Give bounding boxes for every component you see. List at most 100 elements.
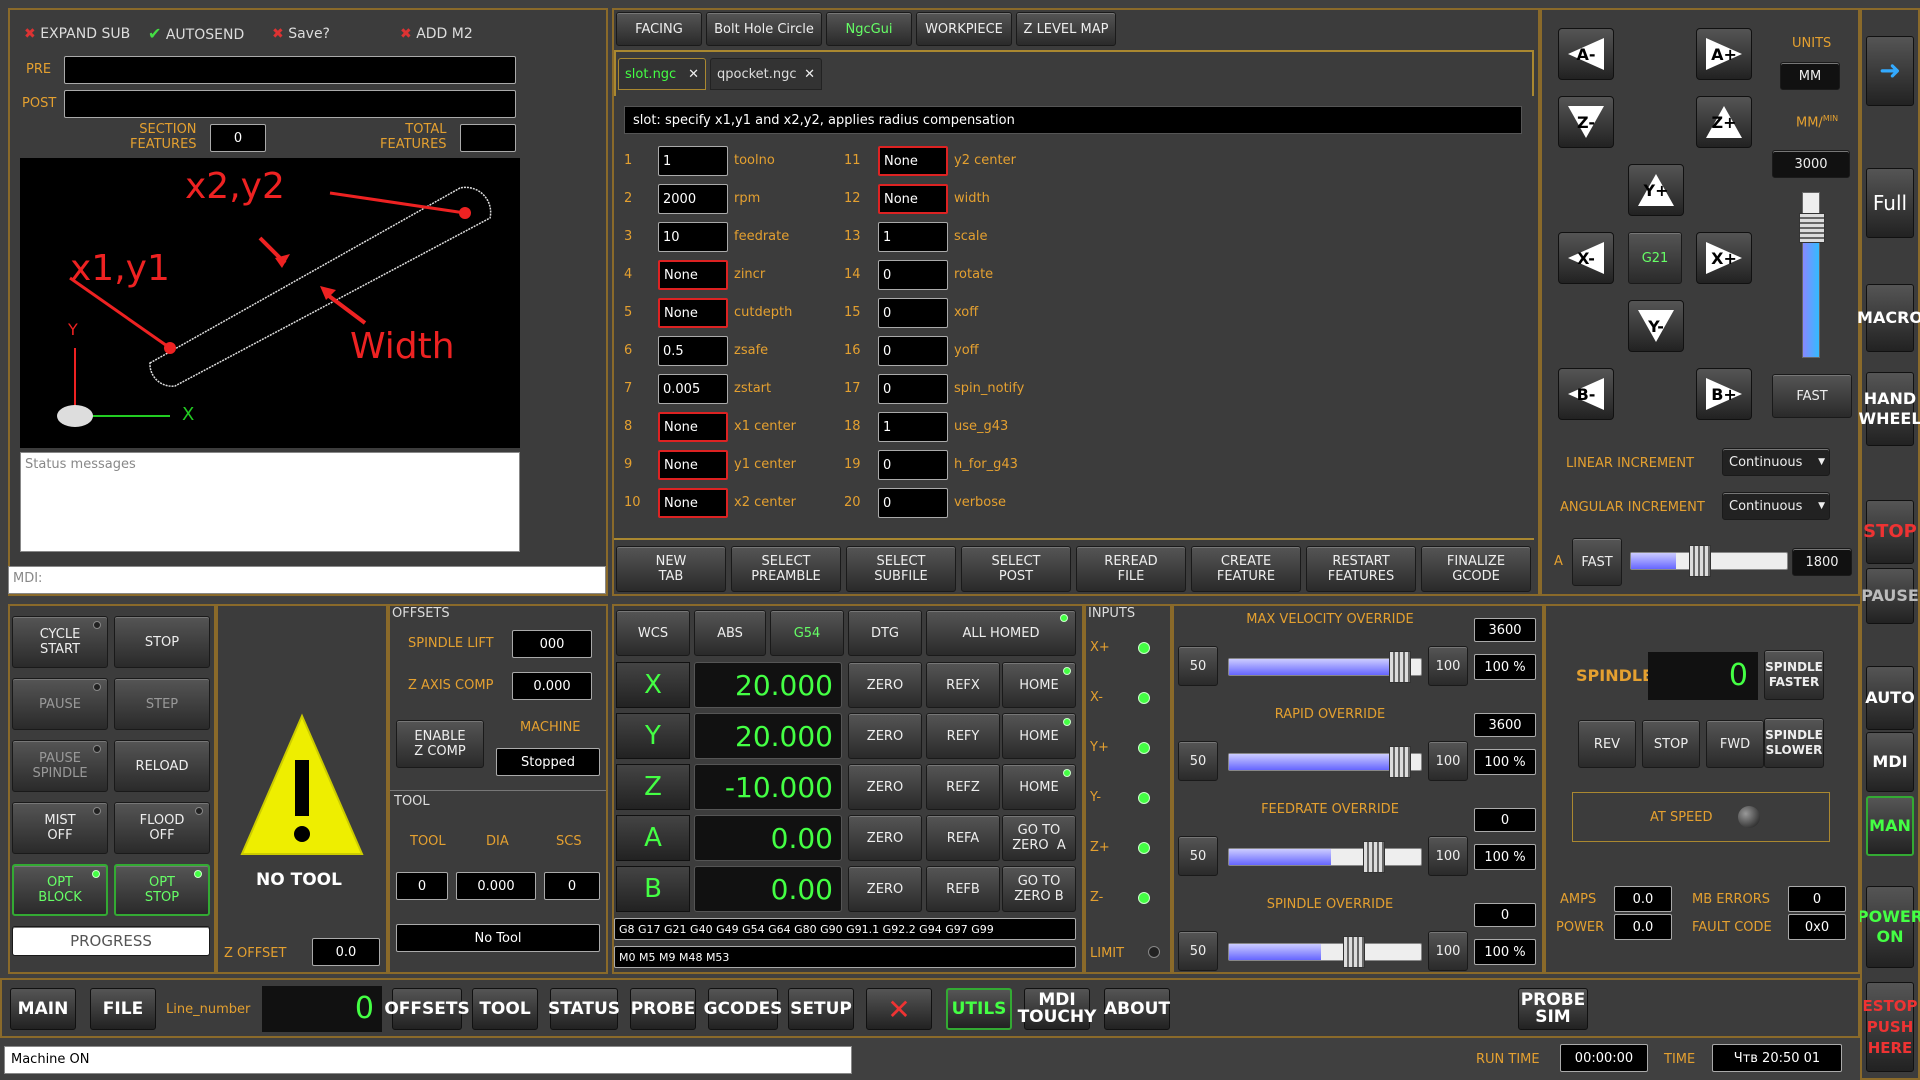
ref-button-z[interactable]: REFZ xyxy=(926,764,1000,810)
spindle-stop-button[interactable]: STOP xyxy=(1642,720,1700,768)
top-tab-facing[interactable]: FACING xyxy=(616,12,702,46)
ref-button-y[interactable]: REFY xyxy=(926,713,1000,759)
ngcgui-button-new-tab[interactable]: NEW TAB xyxy=(616,546,726,592)
jog-fast-button[interactable]: FAST xyxy=(1772,374,1852,418)
stop-button[interactable]: STOP xyxy=(114,616,210,668)
param-value-input[interactable]: None xyxy=(658,450,728,480)
mdi-input[interactable]: MDI: xyxy=(8,566,606,594)
mist-button[interactable]: MIST OFF xyxy=(12,802,108,854)
nav-mdi-touchy[interactable]: MDI TOUCHY xyxy=(1018,988,1096,1030)
ngcgui-button-select-post[interactable]: SELECT POST xyxy=(961,546,1071,592)
linear-increment-select[interactable]: Continuous ▼ xyxy=(1722,448,1830,476)
axis-label-y[interactable]: Y xyxy=(616,713,690,759)
override-slider[interactable] xyxy=(1228,746,1422,778)
axis-label-a[interactable]: A xyxy=(616,815,690,861)
abs-button[interactable]: ABS xyxy=(694,610,766,656)
exit-button[interactable]: ➜ xyxy=(1866,36,1914,106)
override-low-button[interactable]: 50 xyxy=(1178,931,1218,971)
units-value[interactable]: MM xyxy=(1780,62,1840,90)
top-tab-ngcgui[interactable]: NgcGui xyxy=(826,12,912,46)
spindle-faster-button[interactable]: SPINDLE FASTER xyxy=(1764,650,1824,700)
jog-a-plus-button[interactable]: A+ xyxy=(1696,28,1752,80)
nav-tool[interactable]: TOOL xyxy=(472,988,538,1030)
post-input[interactable] xyxy=(64,90,516,118)
param-value-input[interactable]: None xyxy=(658,298,728,328)
nav-tools-icon-button[interactable]: ✕ xyxy=(866,988,932,1030)
param-value-input[interactable]: None xyxy=(658,488,728,518)
add-m2-checkbox[interactable]: ✖ ADD M2 xyxy=(400,26,473,42)
zero-button-b[interactable]: ZERO xyxy=(848,866,922,912)
wcs-button[interactable]: WCS xyxy=(616,610,690,656)
nav-file[interactable]: FILE xyxy=(90,988,156,1030)
spindle-slower-button[interactable]: SPINDLE SLOWER xyxy=(1764,718,1824,768)
close-icon[interactable]: ✕ xyxy=(804,67,815,82)
g21-button[interactable]: G21 xyxy=(1628,232,1682,284)
param-value-input[interactable]: 0 xyxy=(878,298,948,328)
jog-b-plus-button[interactable]: B+ xyxy=(1696,368,1752,420)
override-low-button[interactable]: 50 xyxy=(1178,646,1218,686)
auto-mode-button[interactable]: AUTO xyxy=(1865,666,1915,730)
nav-probe-sim[interactable]: PROBE SIM xyxy=(1518,988,1588,1030)
zero-button-y[interactable]: ZERO xyxy=(848,713,922,759)
fullscreen-button[interactable]: Full xyxy=(1866,168,1914,238)
ngcgui-button-select-preamble[interactable]: SELECT PREAMBLE xyxy=(731,546,841,592)
a-rate-value[interactable]: 1800 xyxy=(1792,548,1852,576)
nav-offsets[interactable]: OFFSETS xyxy=(384,988,470,1030)
expand-sub-checkbox[interactable]: ✖ EXPAND SUB xyxy=(24,26,130,42)
nav-about[interactable]: ABOUT xyxy=(1104,988,1170,1030)
override-knob[interactable] xyxy=(1343,936,1365,968)
override-knob[interactable] xyxy=(1389,746,1411,778)
jog-x-minus-button[interactable]: X- xyxy=(1558,232,1614,284)
ngcgui-button-restart-features[interactable]: RESTART FEATURES xyxy=(1306,546,1416,592)
nav-main[interactable]: MAIN xyxy=(10,988,76,1030)
param-value-input[interactable]: None xyxy=(658,260,728,290)
ngcgui-button-select-subfile[interactable]: SELECT SUBFILE xyxy=(846,546,956,592)
reload-button[interactable]: RELOAD xyxy=(114,740,210,792)
override-high-button[interactable]: 100 xyxy=(1428,931,1468,971)
flood-button[interactable]: FLOOD OFF xyxy=(114,802,210,854)
zero-button-z[interactable]: ZERO xyxy=(848,764,922,810)
ngcgui-button-reread-file[interactable]: REREAD FILE xyxy=(1076,546,1186,592)
spindle-lift-value[interactable]: 000 xyxy=(512,630,592,658)
power-on-button[interactable]: POWER ON xyxy=(1857,886,1920,968)
nav-setup[interactable]: SETUP xyxy=(788,988,854,1030)
override-knob[interactable] xyxy=(1363,841,1385,873)
param-value-input[interactable]: 0 xyxy=(878,488,948,518)
override-slider[interactable] xyxy=(1228,651,1422,683)
axis-label-z[interactable]: Z xyxy=(616,764,690,810)
param-value-input[interactable]: 1 xyxy=(878,222,948,252)
home-button-z[interactable]: HOME xyxy=(1002,764,1076,810)
spindle-reverse-button[interactable]: REV xyxy=(1578,720,1636,768)
home-button-b[interactable]: GO TO ZERO B xyxy=(1002,866,1076,912)
mdi-mode-button[interactable]: MDI xyxy=(1866,732,1914,792)
nav-probe[interactable]: PROBE xyxy=(630,988,696,1030)
ngcgui-button-finalize-gcode[interactable]: FINALIZE GCODE xyxy=(1421,546,1531,592)
all-homed-button[interactable]: ALL HOMED xyxy=(926,610,1076,656)
home-button-x[interactable]: HOME xyxy=(1002,662,1076,708)
jog-y-plus-button[interactable]: Y+ xyxy=(1628,164,1684,216)
param-value-input[interactable]: None xyxy=(878,184,948,214)
param-value-input[interactable]: 0 xyxy=(878,450,948,480)
jog-rate-knob[interactable] xyxy=(1799,213,1825,243)
z-axis-comp-value[interactable]: 0.000 xyxy=(512,672,592,700)
param-value-input[interactable]: None xyxy=(878,146,948,176)
top-tab-z-level-map[interactable]: Z LEVEL MAP xyxy=(1016,12,1116,46)
jog-x-plus-button[interactable]: X+ xyxy=(1696,232,1752,284)
jog-a-minus-button[interactable]: A- xyxy=(1558,28,1614,80)
spindle-forward-button[interactable]: FWD xyxy=(1706,720,1764,768)
pause-spindle-button[interactable]: PAUSE SPINDLE xyxy=(12,740,108,792)
axis-label-x[interactable]: X xyxy=(616,662,690,708)
pause-button[interactable]: PAUSE xyxy=(1861,568,1919,624)
a-fast-button[interactable]: FAST xyxy=(1572,538,1622,586)
cycle-start-button[interactable]: CYCLE START xyxy=(12,616,108,668)
enable-z-comp-button[interactable]: ENABLE Z COMP xyxy=(396,720,484,768)
nav-gcodes[interactable]: GCODES xyxy=(704,988,782,1030)
param-value-input[interactable]: 10 xyxy=(658,222,728,252)
home-button-a[interactable]: GO TO ZERO A xyxy=(1002,815,1076,861)
manual-mode-button[interactable]: MAN xyxy=(1866,796,1914,856)
angular-increment-select[interactable]: Continuous ▼ xyxy=(1722,492,1830,520)
zero-button-x[interactable]: ZERO xyxy=(848,662,922,708)
override-high-button[interactable]: 100 xyxy=(1428,741,1468,781)
top-tab-bolt-hole-circle[interactable]: Bolt Hole Circle xyxy=(706,12,822,46)
axis-label-b[interactable]: B xyxy=(616,866,690,912)
